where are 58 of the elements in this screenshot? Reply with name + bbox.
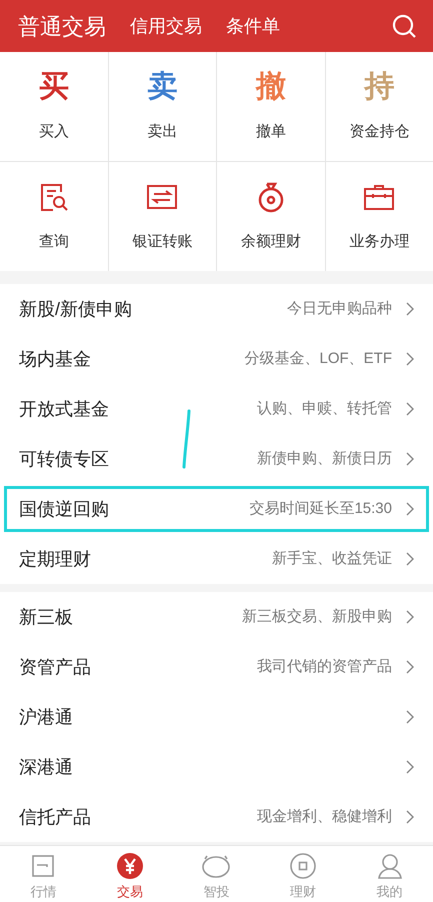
nav-tab[interactable]: 交易 xyxy=(86,846,174,902)
row-hint: 新手宝、收益凭证 xyxy=(272,548,392,569)
money-bag-icon xyxy=(256,181,285,214)
row-title: 场内基金 xyxy=(19,348,91,370)
header-tab[interactable]: 条件单 xyxy=(226,12,280,40)
row-hint: 新三板交易、新股申购 xyxy=(242,606,392,627)
coin-icon xyxy=(290,853,316,879)
chevron-right-icon xyxy=(406,810,414,824)
row-title: 信托产品 xyxy=(19,806,91,828)
chevron-right-icon xyxy=(406,402,414,416)
row-hint: 分级基金、LOF、ETF xyxy=(244,348,392,369)
row-hint: 今日无申购品种 xyxy=(287,298,392,319)
row-hint: 新债申购、新债日历 xyxy=(257,448,392,469)
row-hint: 交易时间延长至15:30 xyxy=(249,498,392,519)
action-tile[interactable]: 查询 xyxy=(0,162,108,271)
yen-icon xyxy=(116,853,143,879)
action-tile[interactable]: 撤 撤单 xyxy=(217,52,324,161)
row-title: 定期理财 xyxy=(19,548,91,570)
row-title: 国债逆回购 xyxy=(19,498,109,520)
action-tile[interactable]: 余额理财 xyxy=(217,162,324,271)
chevron-right-icon xyxy=(406,302,414,316)
row-title: 沪港通 xyxy=(19,706,73,728)
row-title: 开放式基金 xyxy=(19,398,109,420)
chevron-right-icon xyxy=(406,760,414,774)
action-glyph: 卖 xyxy=(147,72,178,102)
row-title: 可转债专区 xyxy=(19,448,109,470)
chevron-right-icon xyxy=(406,710,414,724)
robot-head-icon xyxy=(201,853,232,879)
action-tile[interactable]: 银证转账 xyxy=(108,162,216,271)
hand-drawn-stroke xyxy=(182,409,192,469)
row-title: 资管产品 xyxy=(19,656,91,678)
search-document-icon xyxy=(38,182,69,212)
chevron-right-icon xyxy=(406,352,414,366)
chevron-right-icon xyxy=(406,502,414,516)
action-tile[interactable]: 卖 卖出 xyxy=(108,52,216,161)
row-hint: 我司代销的资管产品 xyxy=(257,656,392,677)
row-hint: 现金增利、稳健增利 xyxy=(257,806,392,827)
action-glyph: 撤 xyxy=(256,72,286,102)
chevron-right-icon xyxy=(406,660,414,674)
briefcase-icon xyxy=(363,183,396,212)
chart-window-icon xyxy=(31,854,56,878)
action-glyph: 持 xyxy=(364,72,394,102)
search-icon[interactable] xyxy=(391,13,417,39)
action-tile[interactable]: 业务办理 xyxy=(326,162,433,271)
chevron-right-icon xyxy=(406,552,414,566)
row-title: 新股/新债申购 xyxy=(19,298,132,320)
transfer-icon xyxy=(146,183,178,212)
action-tile[interactable]: 持 资金持仓 xyxy=(326,52,433,161)
header-tab[interactable]: 普通交易 xyxy=(18,10,106,42)
row-hint: 认购、申赎、转托管 xyxy=(257,398,392,419)
row-title: 新三板 xyxy=(19,606,73,628)
row-title: 深港通 xyxy=(19,756,73,778)
action-glyph: 买 xyxy=(38,72,69,102)
chevron-right-icon xyxy=(406,610,414,624)
person-icon xyxy=(376,853,403,879)
action-tile[interactable]: 买 买入 xyxy=(0,52,108,161)
header-tab[interactable]: 信用交易 xyxy=(130,12,202,40)
chevron-right-icon xyxy=(406,452,414,466)
